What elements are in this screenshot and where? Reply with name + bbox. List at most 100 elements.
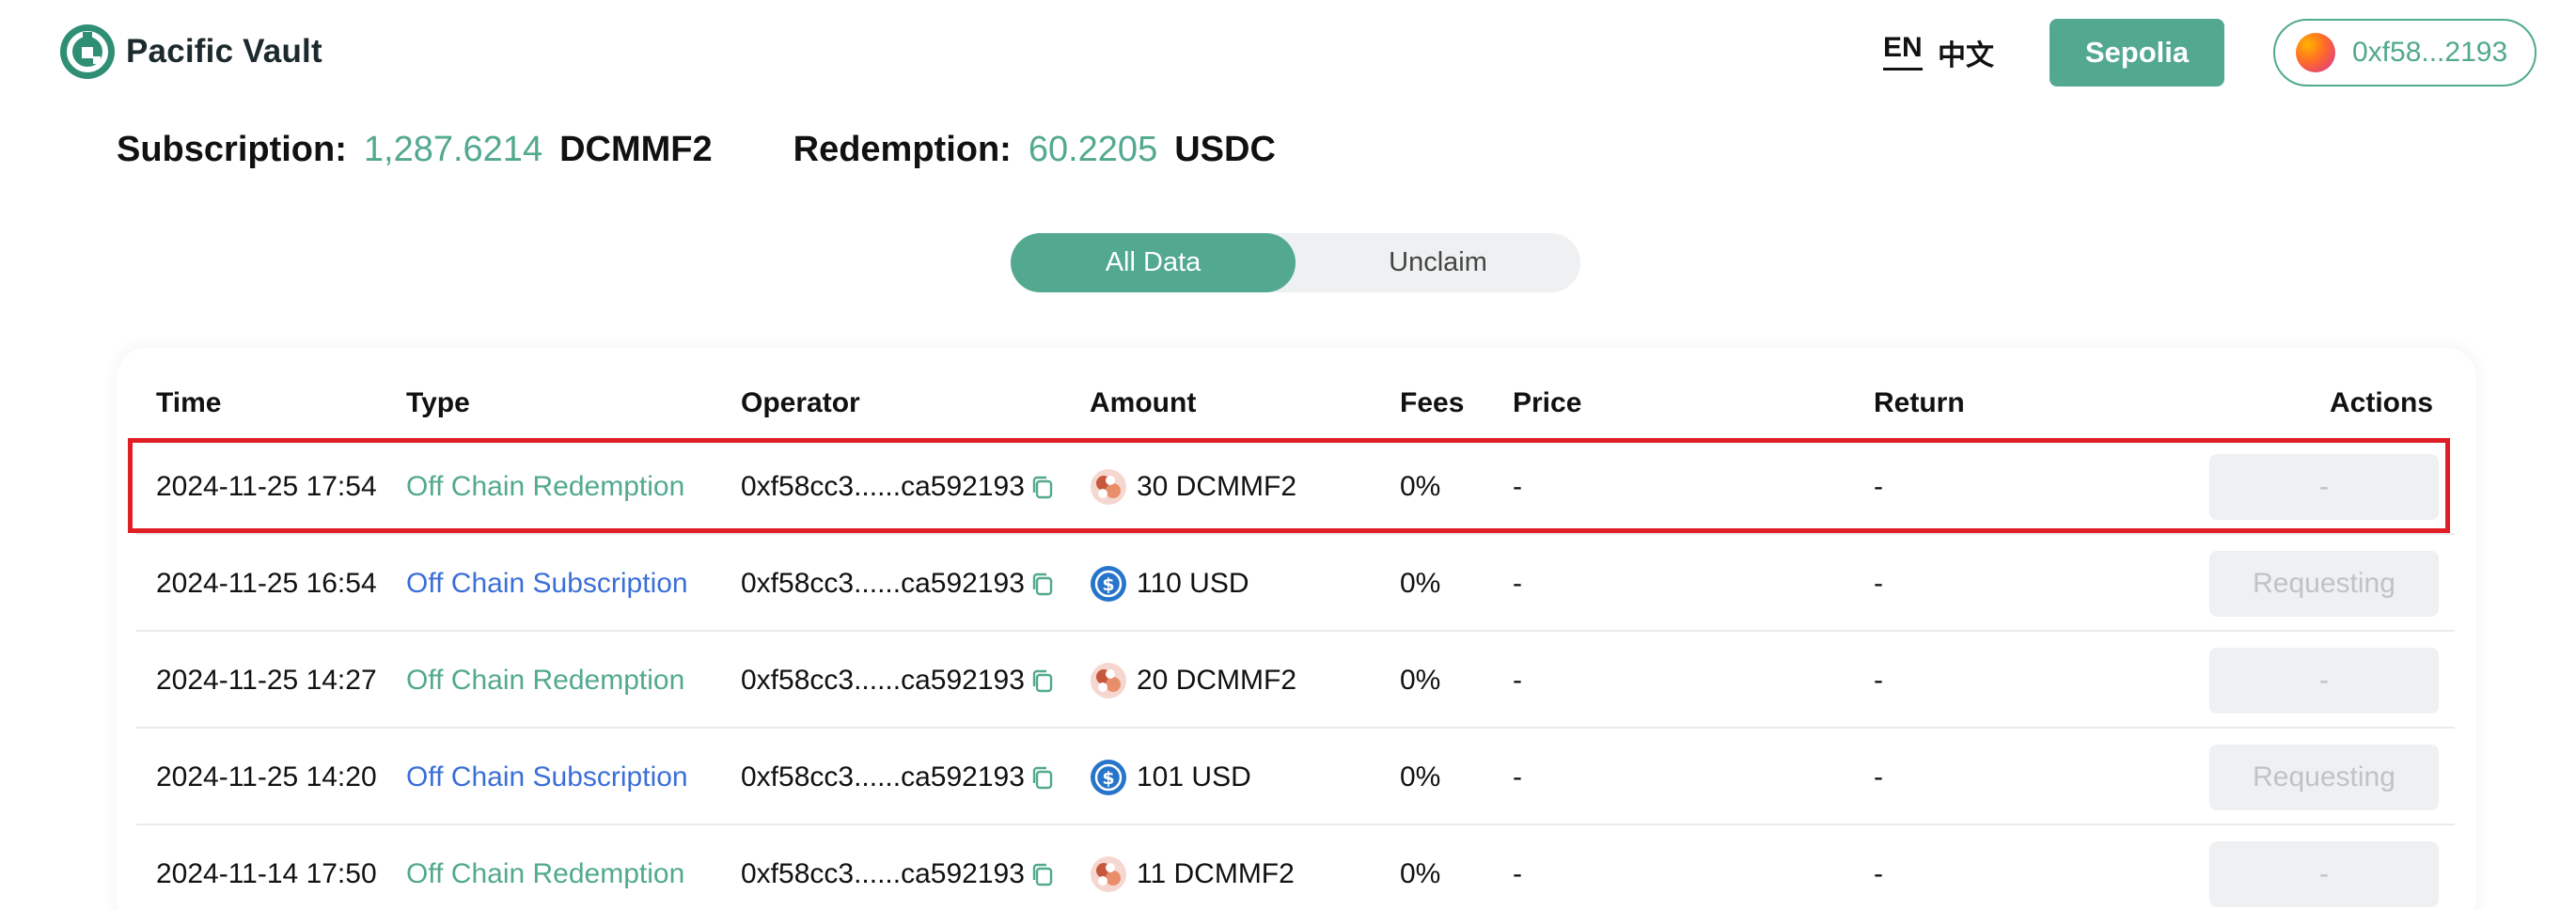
dcmmf2-token-icon (1090, 662, 1127, 699)
data-filter-tabs: All Data Unclaim (1011, 233, 1580, 292)
amount-token: DCMMF2 (1175, 664, 1297, 696)
svg-text:$: $ (1102, 574, 1114, 595)
column-header-time: Time (156, 387, 222, 418)
wallet-address: 0xf58...2193 (2352, 37, 2508, 68)
operator-address: 0xf58cc3......ca592193 (741, 761, 1025, 792)
operator-address: 0xf58cc3......ca592193 (741, 664, 1025, 696)
row-amount: 11 DCMMF2 (1090, 855, 1295, 893)
row-operator: 0xf58cc3......ca592193 (741, 761, 1055, 793)
redemption-unit: USDC (1174, 130, 1276, 169)
amount-token: DCMMF2 (1175, 470, 1297, 502)
row-fees: 0% (1400, 761, 1441, 792)
row-action-button[interactable]: - (2209, 647, 2439, 714)
dcmmf2-token-icon (1090, 468, 1127, 506)
amount-token: USD (1191, 761, 1251, 792)
row-type-link[interactable]: Off Chain Redemption (406, 665, 684, 697)
row-time: 2024-11-25 17:54 (156, 470, 377, 502)
summary-bar: Subscription: 1,287.6214 DCMMF2 Redempti… (117, 130, 1276, 170)
row-amount: 20 DCMMF2 (1090, 662, 1296, 699)
language-en-option[interactable]: EN (1883, 32, 1923, 71)
redemption-label: Redemption: (793, 130, 1012, 169)
amount-token: USD (1189, 567, 1249, 599)
copy-icon[interactable] (1030, 475, 1055, 501)
tab-unclaim[interactable]: Unclaim (1296, 233, 1580, 292)
row-action-button[interactable]: Requesting (2209, 550, 2439, 617)
column-header-price: Price (1513, 387, 1582, 418)
copy-icon[interactable] (1030, 668, 1055, 695)
row-type-link[interactable]: Off Chain Redemption (406, 471, 684, 503)
operator-address: 0xf58cc3......ca592193 (741, 470, 1025, 502)
row-return: - (1874, 761, 1883, 792)
subscription-label: Subscription: (117, 130, 347, 169)
subscription-unit: DCMMF2 (559, 130, 713, 169)
row-operator: 0xf58cc3......ca592193 (741, 568, 1055, 600)
row-price: - (1513, 857, 1522, 889)
row-amount: 30 DCMMF2 (1090, 468, 1296, 506)
wallet-avatar-icon (2296, 33, 2335, 72)
copy-icon[interactable] (1030, 862, 1055, 888)
subscription-value: 1,287.6214 (363, 130, 543, 169)
redemption-value: 60.2205 (1028, 130, 1158, 169)
amount-value: 11 (1137, 857, 1167, 889)
page: Pacific Vault EN 中文 Sepolia 0xf58...2193… (0, 0, 2576, 910)
row-operator: 0xf58cc3......ca592193 (741, 665, 1055, 697)
row-time: 2024-11-25 14:20 (156, 761, 377, 792)
row-operator: 0xf58cc3......ca592193 (741, 858, 1055, 890)
language-zh-option[interactable]: 中文 (1938, 32, 1994, 73)
row-price: - (1513, 470, 1522, 502)
table-row: 2024-11-25 17:54 Off Chain Redemption 0x… (136, 438, 2455, 535)
top-header: Pacific Vault EN 中文 Sepolia 0xf58...2193 (0, 0, 2576, 105)
row-return: - (1874, 664, 1883, 696)
row-fees: 0% (1400, 470, 1441, 502)
svg-text:$: $ (1102, 768, 1114, 789)
table-row: 2024-11-25 14:20 Off Chain Subscription … (136, 729, 2455, 825)
amount-token: DCMMF2 (1173, 857, 1295, 889)
row-price: - (1513, 664, 1522, 696)
column-header-fees: Fees (1400, 387, 1465, 418)
dcmmf2-token-icon (1090, 855, 1127, 893)
tab-all-data[interactable]: All Data (1011, 233, 1296, 292)
usd-token-icon: $ (1090, 565, 1127, 603)
column-header-amount: Amount (1090, 387, 1197, 418)
operator-address: 0xf58cc3......ca592193 (741, 567, 1025, 599)
row-amount: $ 110 USD (1090, 565, 1249, 603)
column-header-type: Type (406, 387, 470, 418)
column-header-operator: Operator (741, 387, 860, 418)
row-return: - (1874, 567, 1883, 599)
row-type-link[interactable]: Off Chain Subscription (406, 761, 688, 793)
amount-value: 101 (1137, 761, 1185, 792)
row-action-button[interactable]: - (2209, 453, 2439, 520)
operator-address: 0xf58cc3......ca592193 (741, 857, 1025, 889)
column-header-return: Return (1874, 387, 1965, 418)
row-type-link[interactable]: Off Chain Redemption (406, 858, 684, 890)
row-return: - (1874, 470, 1883, 502)
copy-icon[interactable] (1030, 572, 1055, 598)
row-fees: 0% (1400, 857, 1441, 889)
row-fees: 0% (1400, 664, 1441, 696)
row-price: - (1513, 567, 1522, 599)
row-time: 2024-11-14 17:50 (156, 857, 377, 889)
row-type-link[interactable]: Off Chain Subscription (406, 568, 688, 600)
row-amount: $ 101 USD (1090, 759, 1251, 796)
table-row: 2024-11-14 17:50 Off Chain Redemption 0x… (136, 825, 2455, 910)
wallet-button[interactable]: 0xf58...2193 (2273, 19, 2537, 86)
column-header-actions: Actions (2330, 387, 2434, 418)
amount-value: 30 (1137, 470, 1169, 502)
copy-icon[interactable] (1030, 765, 1055, 792)
pacific-vault-logo-icon (60, 24, 115, 79)
amount-value: 110 (1137, 567, 1182, 599)
row-action-button[interactable]: - (2209, 840, 2439, 907)
row-time: 2024-11-25 16:54 (156, 567, 377, 599)
amount-value: 20 (1137, 664, 1169, 696)
usd-token-icon: $ (1090, 759, 1127, 796)
table-row: 2024-11-25 14:27 Off Chain Redemption 0x… (136, 632, 2455, 729)
logo[interactable]: Pacific Vault (58, 23, 322, 81)
row-time: 2024-11-25 14:27 (156, 664, 377, 696)
row-return: - (1874, 857, 1883, 889)
row-action-button[interactable]: Requesting (2209, 744, 2439, 810)
row-operator: 0xf58cc3......ca592193 (741, 471, 1055, 503)
row-price: - (1513, 761, 1522, 792)
logo-text: Pacific Vault (126, 33, 322, 70)
network-button[interactable]: Sepolia (2050, 19, 2224, 86)
table-row: 2024-11-25 16:54 Off Chain Subscription … (136, 535, 2455, 632)
